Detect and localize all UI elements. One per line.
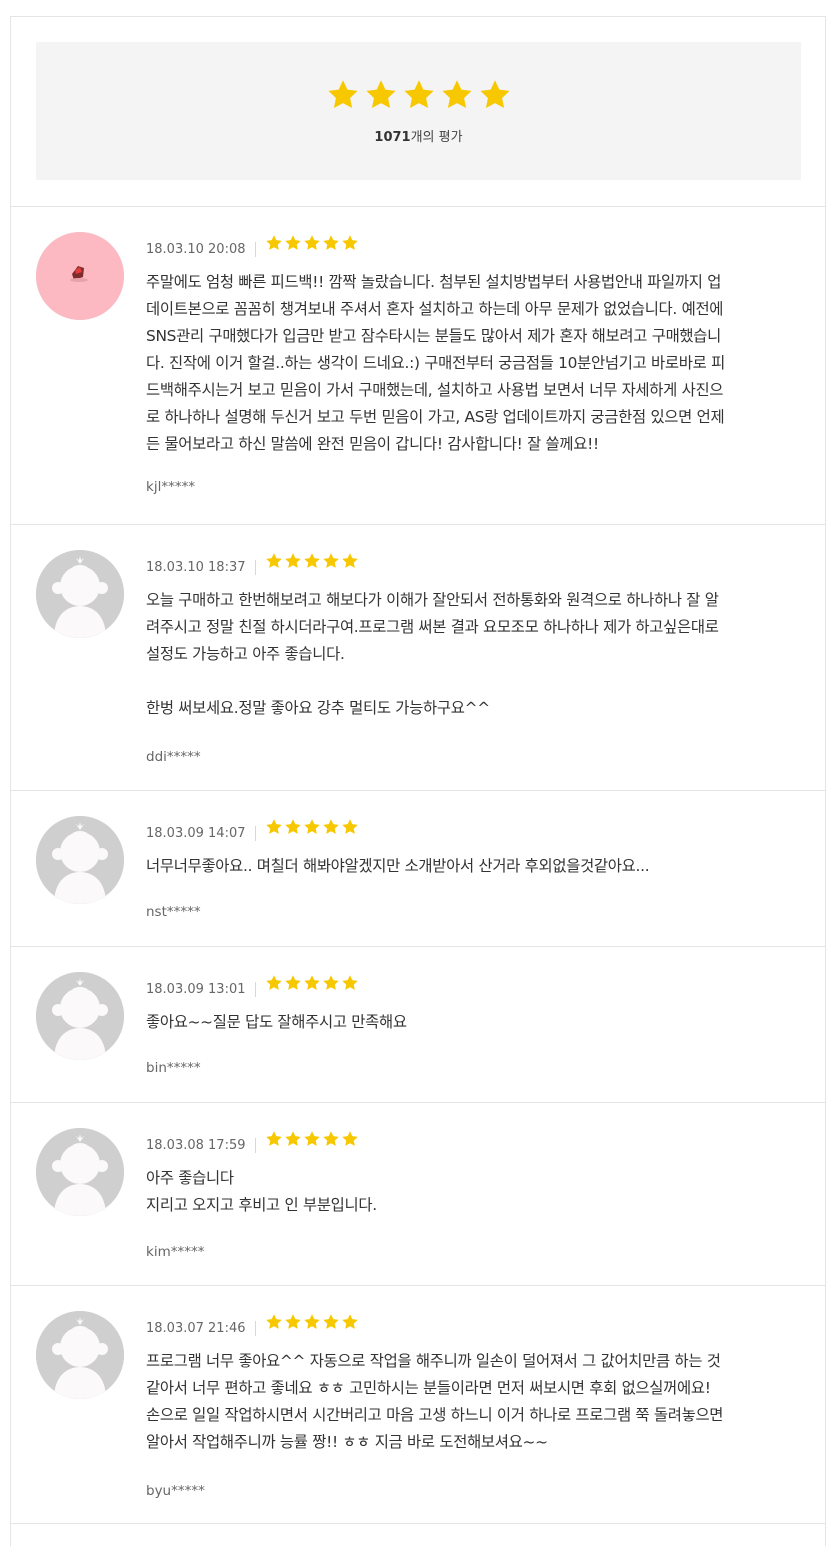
review-author: nst***** [146, 904, 201, 920]
rating-summary: 1071개의 평가 [36, 42, 801, 180]
divider [254, 982, 256, 997]
star-icon [365, 80, 396, 109]
star-icon [322, 1131, 339, 1146]
star-icon [322, 975, 339, 990]
star-icon [322, 235, 339, 250]
star-icon [341, 1131, 358, 1146]
review-item: 18.03.09 14:07 너무너무좋아요.. 며칠더 해봐야알겠지만 소개받아… [11, 790, 825, 947]
list-end-divider [11, 1523, 825, 1525]
star-icon [441, 80, 472, 109]
summary-stars [36, 78, 801, 112]
review-author: byu***** [146, 1483, 205, 1499]
rating-stars [265, 234, 360, 263]
review-text: 오늘 구매하고 한번해보려고 해보다가 이해가 잘안되서 전하통화와 원격으로 … [146, 591, 719, 717]
star-icon [284, 235, 301, 250]
review-text: 좋아요~~질문 답도 잘해주시고 만족해요 [146, 1013, 407, 1031]
review-meta: 18.03.09 14:07 [146, 819, 360, 842]
rating-stars [265, 818, 360, 847]
avatar [36, 972, 124, 1060]
review-text: 너무너무좋아요.. 며칠더 해봐야알겠지만 소개받아서 산거라 후외없을것같아요… [146, 857, 650, 875]
review-meta: 18.03.10 18:37 [146, 553, 360, 576]
review-author: kjl***** [146, 479, 196, 495]
review-item: 18.03.10 20:08 주말에도 엄청 빠른 피드백!! 깜짝 놀랐습니다.… [11, 206, 825, 525]
star-icon [303, 819, 320, 834]
review-date: 18.03.07 21:46 [146, 1321, 246, 1336]
review-meta: 18.03.10 20:08 [146, 235, 360, 258]
rating-stars [265, 974, 360, 1003]
star-icon [265, 1314, 282, 1329]
review-text: 프로그램 너무 좋아요^^ 자동으로 작업을 해주니까 일손이 덜어져서 그 값… [146, 1352, 724, 1451]
star-icon [303, 1131, 320, 1146]
star-icon [322, 553, 339, 568]
star-icon [265, 235, 282, 250]
review-text: 주말에도 엄청 빠른 피드백!! 깜짝 놀랐습니다. 첨부된 설치방법부터 사용… [146, 273, 725, 453]
review-date: 18.03.09 14:07 [146, 826, 246, 841]
star-icon [303, 1314, 320, 1329]
star-icon [303, 553, 320, 568]
avatar [36, 1128, 124, 1216]
star-icon [341, 819, 358, 834]
star-icon [303, 975, 320, 990]
review-date: 18.03.08 17:59 [146, 1138, 246, 1153]
review-count: 1071개의 평가 [374, 130, 463, 145]
review-date: 18.03.09 13:01 [146, 982, 246, 997]
rating-stars [265, 552, 360, 581]
divider [254, 1321, 256, 1336]
star-icon [341, 235, 358, 250]
review-item: 18.03.07 21:46 프로그램 너무 좋아요^^ 자동으로 작업을 해주니… [11, 1285, 825, 1526]
review-meta: 18.03.08 17:59 [146, 1131, 360, 1154]
review-item: 18.03.08 17:59 아주 좋습니다 지리고 오지고 후비고 인 부분입니… [11, 1102, 825, 1286]
rating-stars [265, 1130, 360, 1159]
star-icon [284, 553, 301, 568]
star-icon [303, 235, 320, 250]
divider [254, 242, 256, 257]
review-author: kim***** [146, 1244, 205, 1260]
review-item: 18.03.09 13:01 좋아요~~질문 답도 잘해주시고 만족해요 bin**… [11, 946, 825, 1103]
rating-stars [265, 1313, 360, 1342]
divider [254, 826, 256, 841]
review-text: 아주 좋습니다 지리고 오지고 후비고 인 부분입니다. [146, 1169, 377, 1214]
star-icon [265, 1131, 282, 1146]
star-icon [284, 819, 301, 834]
star-icon [322, 1314, 339, 1329]
star-icon [341, 553, 358, 568]
star-icon [479, 80, 510, 109]
divider [254, 1138, 256, 1153]
avatar [36, 1311, 124, 1399]
star-icon [265, 819, 282, 834]
star-icon [284, 975, 301, 990]
review-date: 18.03.10 18:37 [146, 560, 246, 575]
avatar [36, 816, 124, 904]
divider [254, 560, 256, 575]
review-date: 18.03.10 20:08 [146, 242, 246, 257]
review-meta: 18.03.07 21:46 [146, 1314, 360, 1337]
review-author: ddi***** [146, 749, 201, 765]
avatar [36, 550, 124, 638]
star-icon [327, 80, 358, 109]
star-icon [265, 975, 282, 990]
star-icon [284, 1314, 301, 1329]
star-icon [403, 80, 434, 109]
star-icon [322, 819, 339, 834]
star-icon [265, 553, 282, 568]
review-panel: 1071개의 평가 18.03.10 20:08 주말에도 엄청 빠른 피드백!!… [10, 16, 826, 1546]
star-icon [341, 975, 358, 990]
review-meta: 18.03.09 13:01 [146, 975, 360, 998]
star-icon [284, 1131, 301, 1146]
review-item: 18.03.10 18:37 오늘 구매하고 한번해보려고 해보다가 이해가 잘안… [11, 524, 825, 791]
star-icon [341, 1314, 358, 1329]
review-author: bin***** [146, 1060, 201, 1076]
avatar [36, 232, 124, 320]
